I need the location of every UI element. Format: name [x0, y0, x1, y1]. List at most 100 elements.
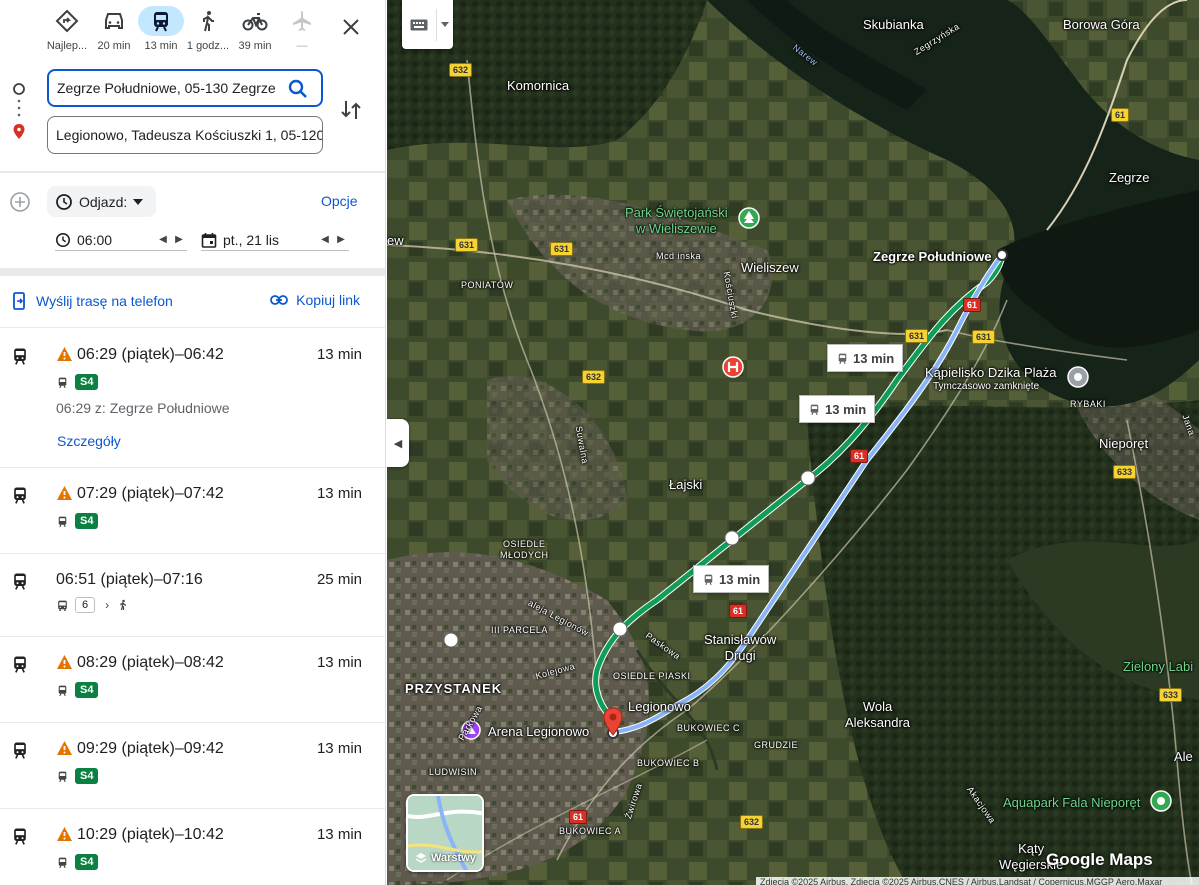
train-icon [10, 571, 30, 591]
time-prev-button[interactable]: ◀ [155, 234, 171, 245]
keyboard-icon [410, 19, 428, 30]
bike-icon [232, 6, 278, 36]
hospital-icon[interactable] [722, 356, 744, 378]
plane-icon [279, 6, 325, 36]
route-duration: 13 min [316, 740, 362, 757]
road-shield: 632 [582, 370, 606, 384]
car-icon [91, 6, 137, 36]
route-option[interactable]: 10:29 (piątek)–10:42 13 min S4 [0, 808, 385, 885]
map-label: BUKOWIEC B [637, 758, 700, 768]
copy-link-label: Kopiuj link [296, 292, 360, 308]
route-time-label[interactable]: 13 min [799, 395, 876, 423]
destination-pin-icon [13, 124, 25, 139]
route-time-label[interactable]: 13 min [693, 565, 770, 593]
clock-icon [55, 232, 71, 247]
mode-flight[interactable]: — [274, 6, 330, 62]
route-option[interactable]: 07:29 (piątek)–07:42 13 min S4 [0, 467, 385, 553]
depart-label: Odjazd: [79, 193, 128, 210]
park-icon[interactable] [738, 207, 760, 229]
map-label: Nieporęt [1099, 436, 1149, 451]
route-duration: 13 min [316, 654, 362, 671]
line-badge: S4 [75, 768, 99, 784]
warning-icon [56, 826, 73, 842]
route-departure-info: 06:29 z: Zegrze Południowe [56, 400, 230, 416]
map-label: Mcd inska [656, 251, 702, 261]
train-icon [10, 346, 30, 366]
layers-label: Warstwy [431, 852, 476, 864]
details-link[interactable]: Szczegóły [57, 433, 121, 449]
road-shield: 631 [455, 238, 479, 252]
time-next-button[interactable]: ▶ [171, 234, 187, 245]
map-label: PONIATÓW [461, 280, 514, 290]
map-label: Zielony Labi [1123, 659, 1194, 674]
route-times: 07:29 (piątek)–07:42 [77, 485, 224, 502]
train-icon [10, 826, 30, 846]
warning-icon [56, 346, 73, 362]
date-next-button[interactable]: ▶ [333, 234, 349, 245]
train-icon [10, 485, 30, 505]
swap-waypoints-button[interactable] [338, 97, 364, 123]
origin-dot-icon [13, 83, 25, 95]
road-shield: 631 [905, 329, 929, 343]
date-value[interactable]: pt., 21 lis [223, 232, 317, 248]
route-option[interactable]: 08:29 (piątek)–08:42 13 min S4 [0, 636, 385, 722]
close-icon [343, 19, 359, 35]
add-stop-button[interactable] [9, 191, 31, 213]
road-shield: 633 [1113, 465, 1137, 479]
route-option[interactable]: 06:29 (piątek)–06:42 13 min S4 06:29 z: … [0, 327, 385, 467]
add-circle-icon [10, 192, 30, 212]
chevron-left-icon: ◀ [393, 437, 403, 450]
map-label: Legionowo [628, 699, 691, 714]
keyboard-input-button[interactable] [402, 0, 453, 49]
line-badge: S4 [75, 513, 99, 529]
copy-link-button[interactable]: Kopiuj link [270, 292, 360, 308]
route-list: 06:29 (piątek)–06:42 13 min S4 06:29 z: … [0, 327, 385, 885]
route-option[interactable]: 09:29 (piątek)–09:42 13 min S4 [0, 722, 385, 808]
best-route-icon [44, 6, 90, 36]
divider [0, 171, 385, 173]
beach-poi-icon[interactable] [1067, 366, 1089, 388]
send-to-phone-icon [13, 292, 25, 310]
route-lines: S4 [56, 374, 99, 390]
route-option[interactable]: 06:51 (piątek)–07:16 25 min 6 › [0, 553, 385, 636]
options-button[interactable]: Opcje [321, 193, 358, 209]
aquapark-icon[interactable] [1150, 790, 1172, 812]
map-label: OSIEDLE PIASKI [613, 671, 691, 681]
depart-time-dropdown[interactable]: Odjazd: [47, 186, 156, 217]
route-times: 06:51 (piątek)–07:16 [56, 571, 203, 588]
route-time-text: 13 min [719, 571, 761, 587]
train-icon [58, 377, 67, 388]
mode-label: — [296, 40, 308, 52]
map-label: Arena Legionowo [488, 724, 590, 739]
send-to-phone-button[interactable]: Wyślij trasę na telefon [12, 292, 173, 310]
map-label: Tymczasowo zamknięte [933, 381, 1040, 392]
map-label: Ale [1174, 749, 1193, 764]
google-maps-logo: Google Maps [1046, 850, 1153, 869]
search-button[interactable] [286, 77, 310, 101]
map-label: BUKOWIEC A [559, 826, 622, 836]
train-icon [58, 516, 67, 527]
map-label: Borowa Góra [1063, 17, 1140, 32]
route-lines: S4 [56, 854, 99, 870]
time-picker[interactable]: 06:00 ◀ ▶ [55, 229, 187, 251]
collapse-panel-button[interactable]: ◀ [387, 419, 409, 467]
destination-input[interactable]: Legionowo, Tadeusza Kościuszki 1, 05-120 [47, 116, 323, 154]
train-icon [58, 685, 67, 696]
time-value[interactable]: 06:00 [77, 232, 155, 248]
map-label: III PARCELA [491, 625, 548, 635]
route-duration: 25 min [316, 571, 362, 588]
date-picker[interactable]: pt., 21 lis ◀ ▶ [201, 229, 349, 251]
route-lines: S4 [56, 513, 99, 529]
route-time-label[interactable]: 13 min [827, 344, 904, 372]
map-label: Wola Aleksandra [845, 699, 911, 730]
origin-input[interactable]: Zegrze Południowe, 05-130 Zegrze [47, 69, 323, 107]
dropdown-arrow-icon [441, 22, 449, 27]
close-directions-button[interactable] [336, 12, 366, 42]
date-prev-button[interactable]: ◀ [317, 234, 333, 245]
route-time-text: 13 min [853, 350, 895, 366]
layers-button[interactable]: Warstwy [406, 794, 484, 872]
road-shield: 61 [729, 604, 748, 618]
map-label: Zegrze [1109, 170, 1150, 185]
destination-pin-icon[interactable] [602, 707, 624, 737]
map-canvas[interactable]: Skubianka Borowa Góra Komornica Narew Ze… [387, 0, 1199, 885]
